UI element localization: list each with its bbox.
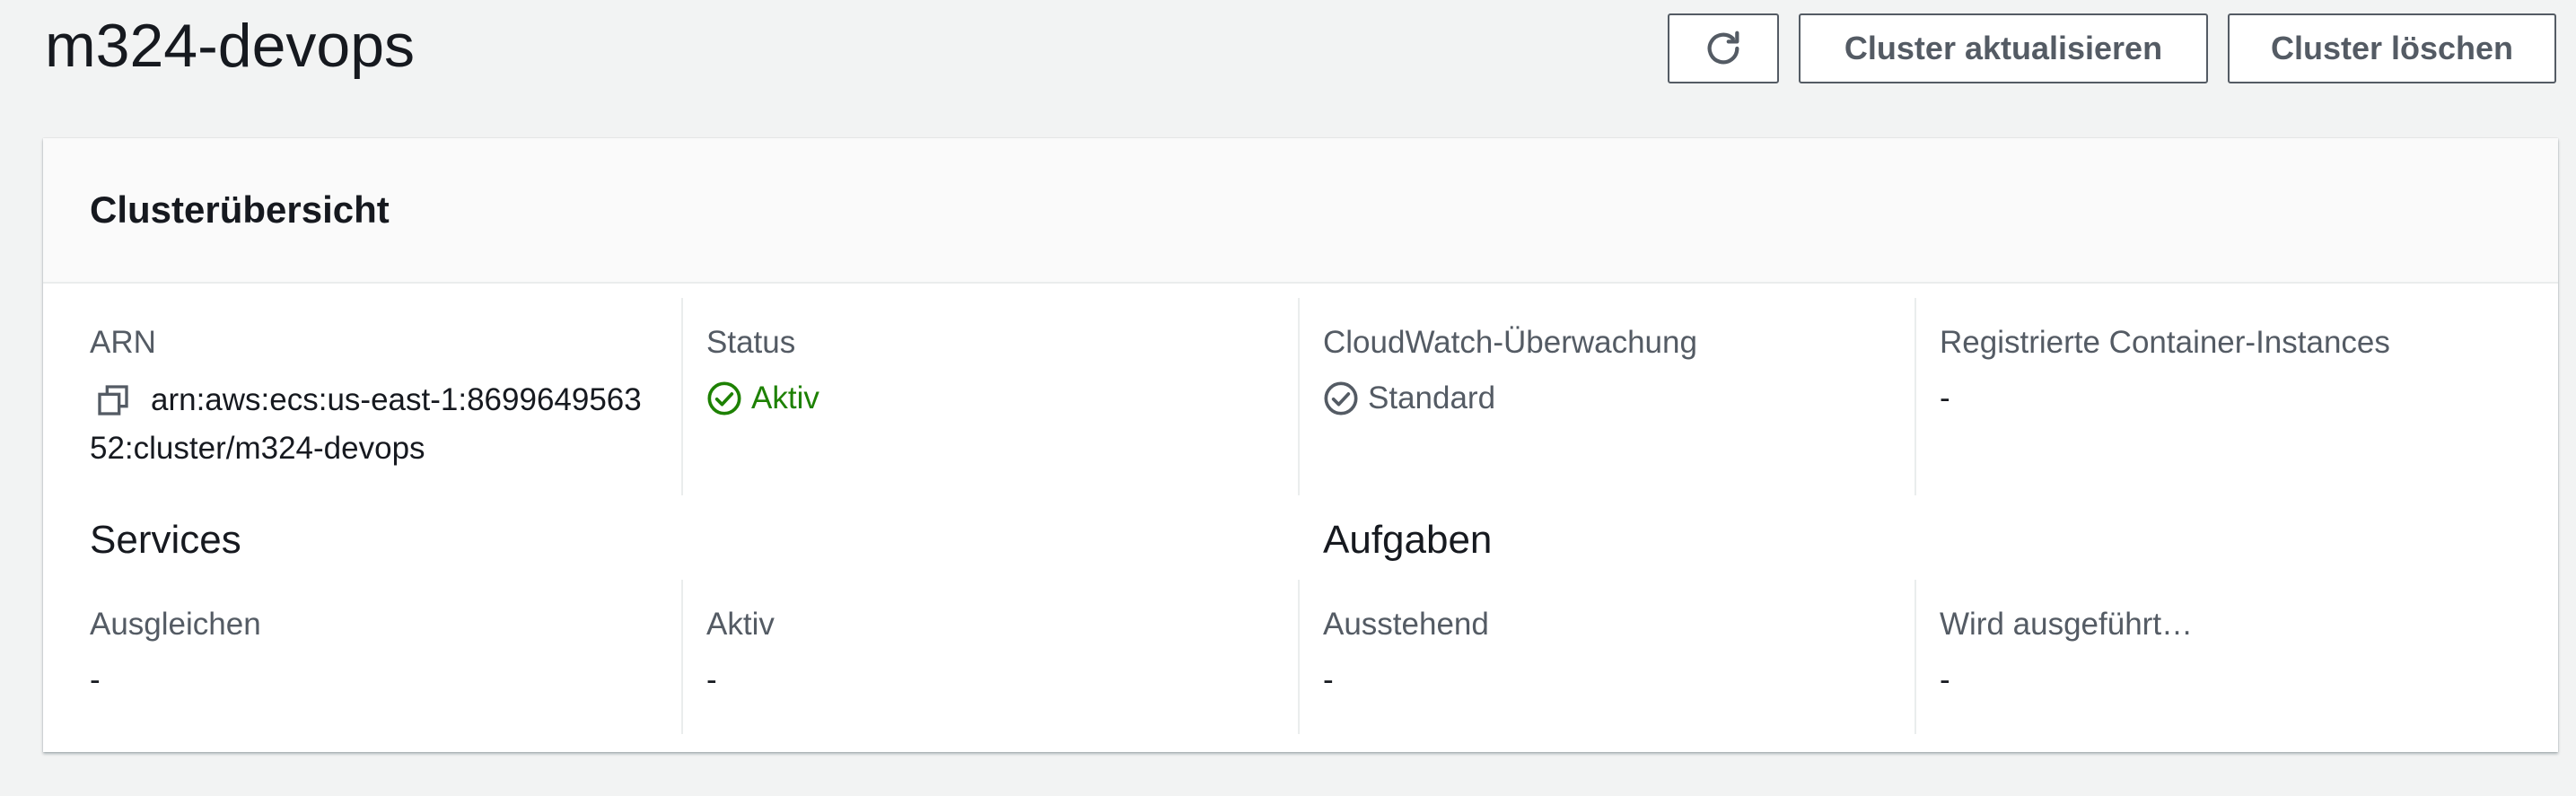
- services-active-value: -: [706, 662, 717, 697]
- container-instances-label: Registrierte Container-Instances: [1940, 325, 2390, 360]
- tasks-title: Aufgaben: [1323, 518, 1493, 562]
- divider: [1914, 580, 1916, 734]
- services-title: Services: [90, 518, 241, 562]
- status-value: Aktiv: [706, 379, 819, 418]
- page-header: m324-devops Cluster aktualisieren Cluste…: [0, 0, 2576, 126]
- divider: [1298, 298, 1300, 495]
- card-header: Clusterübersicht: [43, 138, 2558, 284]
- divider: [1914, 298, 1916, 495]
- card-title: Clusterübersicht: [90, 188, 390, 231]
- arn-value-line1: arn:aws:ecs:us-east-1:8699649563: [151, 382, 642, 417]
- cloudwatch-value: Standard: [1323, 379, 1495, 418]
- status-label: Status: [706, 325, 796, 360]
- divider: [681, 580, 683, 734]
- check-circle-icon: [1324, 381, 1358, 415]
- divider: [681, 298, 683, 495]
- page-title: m324-devops: [45, 12, 416, 80]
- services-balancing-label: Ausgleichen: [90, 607, 261, 642]
- services-balancing-value: -: [90, 662, 101, 697]
- divider: [1298, 580, 1300, 734]
- update-cluster-button[interactable]: Cluster aktualisieren: [1799, 13, 2208, 83]
- cloudwatch-text: Standard: [1368, 381, 1496, 415]
- check-circle-icon: [707, 381, 741, 415]
- tasks-running-value: -: [1940, 662, 1950, 697]
- services-active-label: Aktiv: [706, 607, 775, 642]
- tasks-pending-label: Ausstehend: [1323, 607, 1489, 642]
- delete-cluster-button[interactable]: Cluster löschen: [2228, 13, 2556, 83]
- header-actions: Cluster aktualisieren Cluster löschen: [1668, 13, 2556, 83]
- cluster-overview-card: Clusterübersicht ARN arn:aws:ecs:us-east…: [43, 138, 2558, 752]
- arn-value-line2: 52:cluster/m324-devops: [90, 431, 425, 466]
- tasks-running-label: Wird ausgeführt…: [1940, 607, 2194, 642]
- container-instances-value: -: [1940, 381, 1950, 415]
- status-text: Aktiv: [751, 381, 819, 415]
- copy-icon[interactable]: [95, 382, 131, 418]
- tasks-pending-value: -: [1323, 662, 1334, 697]
- refresh-button[interactable]: [1668, 13, 1779, 83]
- cloudwatch-label: CloudWatch-Überwachung: [1323, 325, 1697, 360]
- arn-label: ARN: [90, 325, 156, 360]
- refresh-icon: [1707, 31, 1739, 65]
